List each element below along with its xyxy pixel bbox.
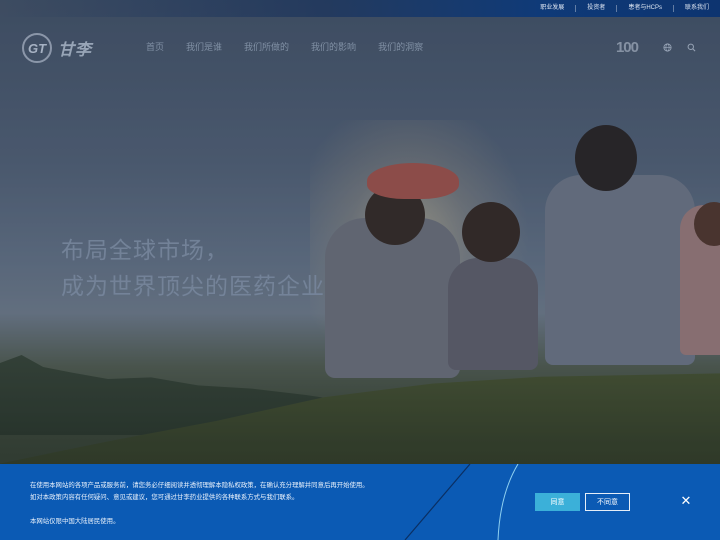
topbar-link-investors[interactable]: 投资者 (575, 5, 616, 12)
site-logo[interactable]: GT 甘李 (22, 33, 92, 63)
nav-item-impact[interactable]: 我们的影响 (311, 40, 356, 53)
nav-item-home[interactable]: 首页 (146, 40, 164, 53)
slogan-line-2: 成为世界顶尖的医药企业 (61, 274, 325, 300)
logo-text: 甘李 (58, 40, 93, 59)
topbar-link-patients-hcps[interactable]: 患者与HCPs (616, 5, 673, 12)
privacy-line-1: 在使用本网站的各项产品或服务前，请您务必仔细阅读并透彻理解本隐私权政策，在确认充… (30, 481, 369, 489)
nav-menu: 首页 我们是谁 我们所做的 我们的影响 我们的洞察 (146, 40, 445, 53)
hero-slogan: 布局全球市场， 成为世界顶尖的医药企业 (61, 233, 325, 305)
centennial-logo: 100 (615, 39, 639, 56)
nav-item-about[interactable]: 我们是谁 (186, 40, 222, 53)
topbar-link-contact[interactable]: 联系我们 (672, 5, 720, 12)
close-icon[interactable]: ✕ (679, 495, 693, 509)
privacy-line-3: 本网站仅限中国大陆居民使用。 (30, 517, 120, 525)
globe-icon[interactable] (660, 41, 674, 55)
privacy-line-2: 如对本政策内容有任何疑问、意见或建议，您可通过甘李药业提供的各种联系方式与我们联… (30, 493, 299, 501)
topbar-link-careers[interactable]: 职业发展 (529, 5, 575, 12)
nav-right: 100 (616, 39, 698, 56)
search-icon[interactable] (684, 41, 698, 55)
logo-mark: GT (22, 33, 52, 63)
topbar-links: 职业发展 投资者 患者与HCPs 联系我们 (529, 0, 720, 17)
agree-button[interactable]: 同意 (535, 493, 580, 511)
top-utility-bar: 职业发展 投资者 患者与HCPs 联系我们 (0, 0, 720, 17)
nav-item-insights[interactable]: 我们的洞察 (378, 40, 423, 53)
slogan-line-1: 布局全球市场， (61, 238, 229, 264)
main-nav: GT 甘李 首页 我们是谁 我们所做的 我们的影响 我们的洞察 100 (0, 17, 720, 77)
disagree-button[interactable]: 不同意 (585, 493, 630, 511)
nav-item-what-we-do[interactable]: 我们所做的 (244, 40, 289, 53)
privacy-notice-text: 在使用本网站的各项产品或服务前，请您务必仔细阅读并透彻理解本隐私权政策，在确认充… (30, 479, 450, 527)
